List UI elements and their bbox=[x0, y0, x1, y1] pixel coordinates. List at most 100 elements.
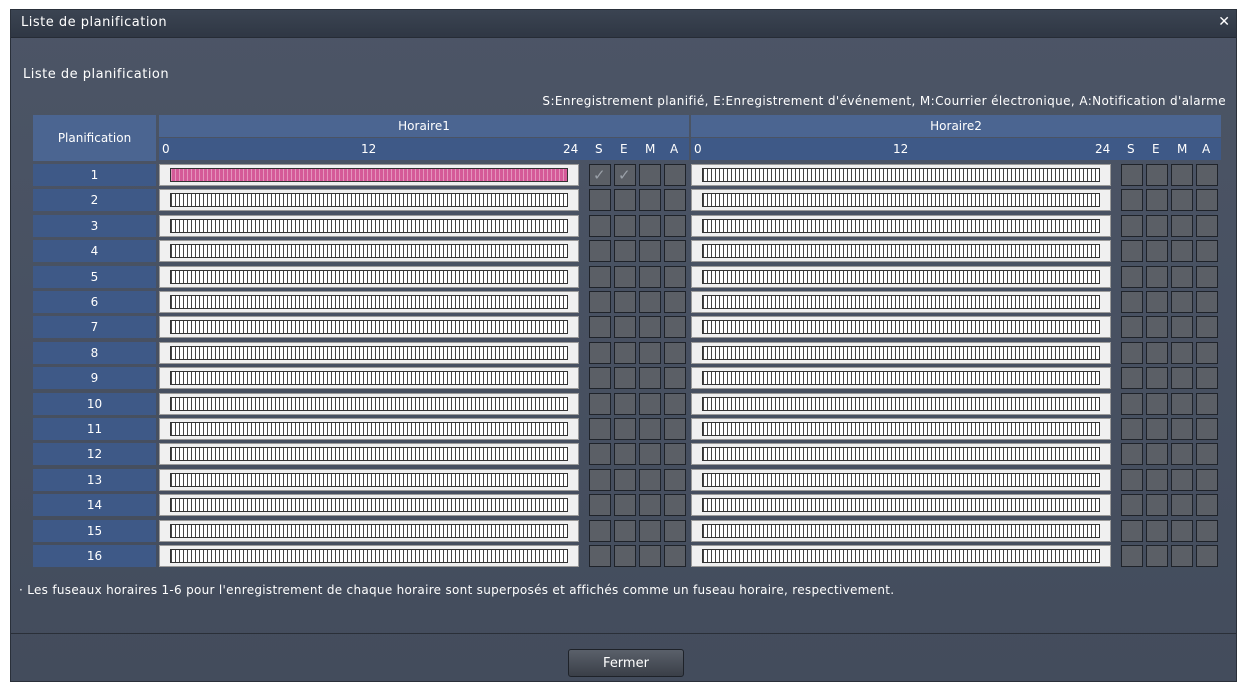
timeline-lane[interactable] bbox=[691, 265, 1111, 288]
flag-checkbox[interactable] bbox=[589, 519, 611, 542]
timeline-lane[interactable] bbox=[691, 494, 1111, 517]
flag-checkbox[interactable] bbox=[1171, 418, 1193, 440]
flag-checkbox[interactable] bbox=[1196, 291, 1218, 313]
timeline-lane[interactable] bbox=[159, 214, 579, 237]
timeline-lane[interactable] bbox=[691, 240, 1111, 263]
flag-checkbox[interactable] bbox=[639, 189, 661, 212]
flag-checkbox[interactable] bbox=[1196, 545, 1218, 567]
flag-checkbox[interactable] bbox=[664, 164, 686, 186]
flag-checkbox[interactable] bbox=[664, 392, 686, 415]
flag-checkbox[interactable] bbox=[614, 164, 636, 186]
flag-checkbox[interactable] bbox=[1171, 189, 1193, 212]
flag-checkbox[interactable] bbox=[639, 545, 661, 567]
flag-checkbox[interactable] bbox=[1171, 392, 1193, 415]
flag-checkbox[interactable] bbox=[1146, 545, 1168, 567]
flag-checkbox[interactable] bbox=[614, 341, 636, 364]
flag-checkbox[interactable] bbox=[664, 240, 686, 263]
timeline-lane[interactable] bbox=[691, 341, 1111, 364]
flag-checkbox[interactable] bbox=[664, 189, 686, 212]
timeline-lane[interactable] bbox=[159, 545, 579, 567]
flag-checkbox[interactable] bbox=[589, 392, 611, 415]
flag-checkbox[interactable] bbox=[1196, 240, 1218, 263]
flag-checkbox[interactable] bbox=[664, 265, 686, 288]
flag-checkbox[interactable] bbox=[664, 545, 686, 567]
timeline-lane[interactable] bbox=[159, 468, 579, 491]
flag-checkbox[interactable] bbox=[589, 367, 611, 390]
flag-checkbox[interactable] bbox=[1121, 367, 1143, 390]
timeline-lane[interactable] bbox=[159, 316, 579, 339]
timeline-lane[interactable] bbox=[691, 214, 1111, 237]
flag-checkbox[interactable] bbox=[1171, 316, 1193, 339]
flag-checkbox[interactable] bbox=[589, 443, 611, 466]
flag-checkbox[interactable] bbox=[1196, 443, 1218, 466]
flag-checkbox[interactable] bbox=[1121, 189, 1143, 212]
flag-checkbox[interactable] bbox=[589, 291, 611, 313]
flag-checkbox[interactable] bbox=[1196, 214, 1218, 237]
flag-checkbox[interactable] bbox=[1171, 545, 1193, 567]
timeline-lane[interactable] bbox=[159, 494, 579, 517]
flag-checkbox[interactable] bbox=[1196, 392, 1218, 415]
flag-checkbox[interactable] bbox=[639, 443, 661, 466]
flag-checkbox[interactable] bbox=[1196, 494, 1218, 517]
flag-checkbox[interactable] bbox=[589, 164, 611, 186]
flag-checkbox[interactable] bbox=[1196, 316, 1218, 339]
flag-checkbox[interactable] bbox=[614, 240, 636, 263]
flag-checkbox[interactable] bbox=[614, 418, 636, 440]
timeline-lane[interactable] bbox=[691, 189, 1111, 212]
flag-checkbox[interactable] bbox=[614, 392, 636, 415]
timeline-lane[interactable] bbox=[691, 418, 1111, 440]
flag-checkbox[interactable] bbox=[589, 240, 611, 263]
flag-checkbox[interactable] bbox=[1146, 468, 1168, 491]
flag-checkbox[interactable] bbox=[664, 519, 686, 542]
flag-checkbox[interactable] bbox=[1146, 189, 1168, 212]
flag-checkbox[interactable] bbox=[1171, 265, 1193, 288]
flag-checkbox[interactable] bbox=[1146, 164, 1168, 186]
flag-checkbox[interactable] bbox=[639, 214, 661, 237]
flag-checkbox[interactable] bbox=[1171, 291, 1193, 313]
flag-checkbox[interactable] bbox=[1121, 519, 1143, 542]
flag-checkbox[interactable] bbox=[1146, 418, 1168, 440]
timeline-lane[interactable] bbox=[159, 240, 579, 263]
flag-checkbox[interactable] bbox=[614, 265, 636, 288]
timeline-lane[interactable] bbox=[691, 164, 1111, 186]
flag-checkbox[interactable] bbox=[1196, 367, 1218, 390]
flag-checkbox[interactable] bbox=[639, 316, 661, 339]
flag-checkbox[interactable] bbox=[664, 341, 686, 364]
flag-checkbox[interactable] bbox=[614, 367, 636, 390]
flag-checkbox[interactable] bbox=[639, 291, 661, 313]
flag-checkbox[interactable] bbox=[1171, 164, 1193, 186]
flag-checkbox[interactable] bbox=[614, 316, 636, 339]
timeline-lane[interactable] bbox=[159, 367, 579, 390]
flag-checkbox[interactable] bbox=[589, 418, 611, 440]
flag-checkbox[interactable] bbox=[664, 468, 686, 491]
flag-checkbox[interactable] bbox=[639, 341, 661, 364]
flag-checkbox[interactable] bbox=[664, 316, 686, 339]
timeline-lane[interactable] bbox=[159, 164, 579, 186]
flag-checkbox[interactable] bbox=[1146, 443, 1168, 466]
flag-checkbox[interactable] bbox=[1121, 392, 1143, 415]
timeline-lane[interactable] bbox=[159, 341, 579, 364]
flag-checkbox[interactable] bbox=[1121, 468, 1143, 491]
timeline-lane[interactable] bbox=[159, 189, 579, 212]
flag-checkbox[interactable] bbox=[589, 494, 611, 517]
flag-checkbox[interactable] bbox=[664, 214, 686, 237]
flag-checkbox[interactable] bbox=[1146, 494, 1168, 517]
flag-checkbox[interactable] bbox=[1171, 367, 1193, 390]
flag-checkbox[interactable] bbox=[639, 494, 661, 517]
flag-checkbox[interactable] bbox=[639, 240, 661, 263]
timeline-lane[interactable] bbox=[691, 545, 1111, 567]
flag-checkbox[interactable] bbox=[614, 468, 636, 491]
flag-checkbox[interactable] bbox=[1146, 214, 1168, 237]
flag-checkbox[interactable] bbox=[589, 468, 611, 491]
flag-checkbox[interactable] bbox=[1121, 545, 1143, 567]
flag-checkbox[interactable] bbox=[664, 443, 686, 466]
flag-checkbox[interactable] bbox=[1121, 265, 1143, 288]
flag-checkbox[interactable] bbox=[614, 545, 636, 567]
flag-checkbox[interactable] bbox=[614, 189, 636, 212]
flag-checkbox[interactable] bbox=[639, 164, 661, 186]
flag-checkbox[interactable] bbox=[614, 291, 636, 313]
flag-checkbox[interactable] bbox=[1146, 316, 1168, 339]
close-icon[interactable]: ✕ bbox=[1218, 14, 1230, 30]
flag-checkbox[interactable] bbox=[1196, 418, 1218, 440]
flag-checkbox[interactable] bbox=[639, 367, 661, 390]
